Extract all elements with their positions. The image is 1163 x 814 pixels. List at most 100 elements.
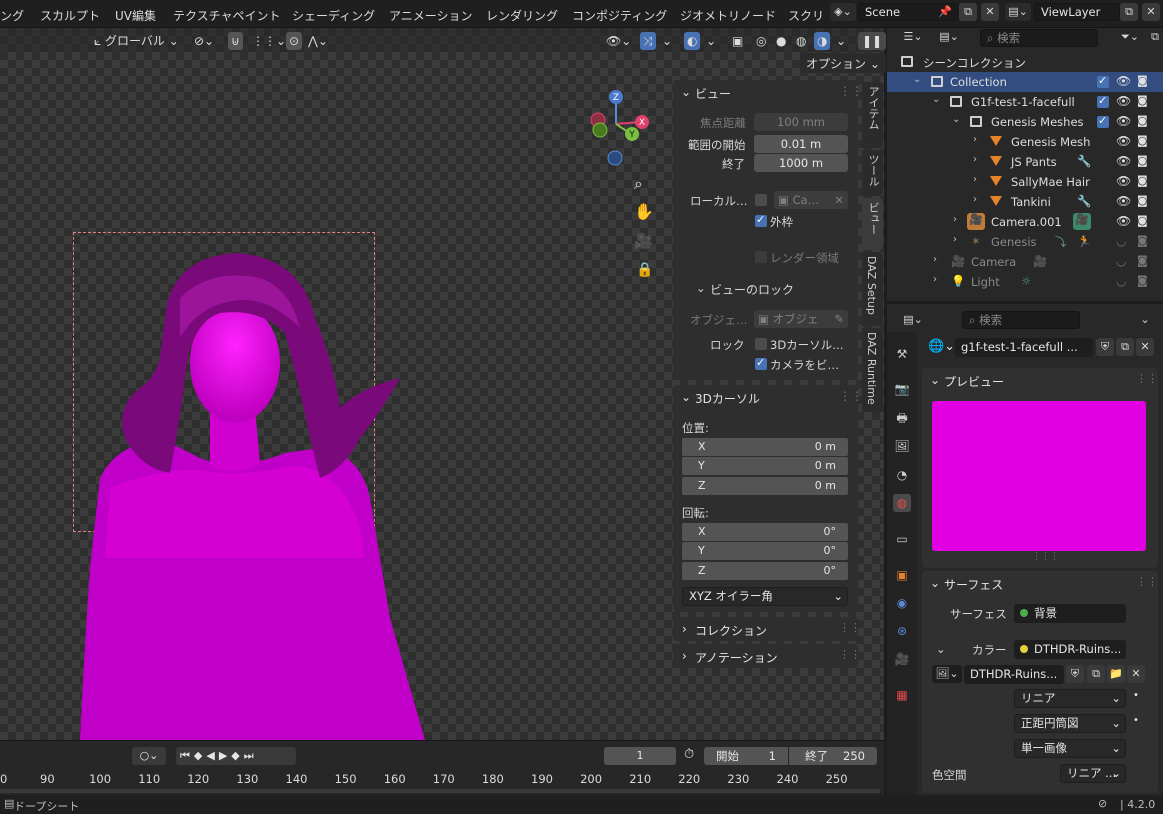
cursor-location-z[interactable]: Z 0 m [682,477,848,495]
exclude-checkbox[interactable] [1097,74,1109,88]
image-browse-icon[interactable]: 🖼⌄ [932,665,962,683]
collapse-icon[interactable]: ⌄ [930,373,940,387]
workspace-tab-animation[interactable]: アニメーション [389,7,473,24]
unlink-world-icon[interactable]: ✕ [1136,338,1154,356]
local-camera-checkbox[interactable] [755,194,767,206]
wrench-icon[interactable]: 🔧 [1077,154,1091,168]
cursor-rotation-y[interactable]: Y 0° [682,542,848,560]
collection-tab-icon[interactable]: ▭ [893,530,911,548]
zoom-icon[interactable]: ⌕ [634,174,643,194]
proportional-edit-icon[interactable]: ⊙ [286,32,303,50]
outliner-row[interactable]: ⌄ Genesis Meshes 👁 ◙ [887,112,1163,132]
snap-icon[interactable]: ⊍ [228,32,243,50]
workspace-tab-compositing[interactable]: コンポジティング [572,7,667,24]
pivot-point-icon[interactable]: ⊘⌄ [194,32,214,50]
new-world-icon[interactable]: ⧉ [1116,338,1134,356]
pan-hand-icon[interactable]: ✋ [634,202,654,221]
cursor-panel-header[interactable]: ⌄ 3Dカーソル ⋮⋮ [673,387,863,409]
visibility-icon[interactable]: 👁⌄ [606,32,631,50]
expand-icon[interactable]: › [953,214,957,225]
workspace-tab-scripting[interactable]: スクリ [788,7,824,24]
fake-user-shield-icon[interactable]: ⛨ [1096,338,1114,356]
render-camera-icon[interactable]: ◙ [1137,254,1148,267]
projection-dropdown[interactable]: 正距円筒図 ⌄ [1014,714,1126,733]
sidebar-tab-item[interactable]: アイテム [862,82,883,148]
current-frame-field[interactable]: 1 [604,747,676,765]
outliner-row[interactable]: › 💡 Light ☼ ◡ ◙ [887,272,1163,292]
lock-icon[interactable]: 🔒 [636,262,653,278]
annotation-panel[interactable]: › アノテーション ⋮⋮ [673,644,861,668]
render-camera-icon[interactable]: ◙ [1137,94,1148,107]
expand-icon[interactable]: › [933,274,937,285]
camera-data-icon[interactable]: 🎥 [1073,213,1091,230]
cursor-rotation-z[interactable]: Z 0° [682,562,848,580]
render-camera-icon[interactable]: ◙ [1137,194,1148,207]
new-image-icon[interactable]: ⧉ [1087,665,1105,683]
cursor-location-x[interactable]: X 0 m [682,438,848,456]
constraint-icon[interactable]: ⤵ [1055,234,1067,250]
properties-editor-type-icon[interactable]: ▤⌄ [898,311,928,329]
view-lock-toggle[interactable]: ⌄ [696,281,706,295]
camera-data-icon[interactable]: 🎥 [1033,254,1047,268]
outliner-row[interactable]: › 🎥 Camera 🎥 ◡ ◙ [887,252,1163,272]
render-camera-icon[interactable]: ◙ [1137,274,1148,287]
color-input-field[interactable]: DTHDR-Ruins... [1014,640,1126,659]
scene-tab-icon[interactable]: ◔ [893,466,911,484]
eye-icon[interactable]: 👁 [1116,194,1131,208]
keyframe-dot-icon[interactable]: • [1133,690,1139,701]
outliner-row[interactable]: › Tankini 🔧 👁 ◙ [887,192,1163,212]
outliner-row[interactable]: › Genesis Mesh 👁 ◙ [887,132,1163,152]
eye-icon[interactable]: 👁 [1116,174,1131,188]
navigation-gizmo[interactable]: Z X Y [578,88,654,168]
playback-controls[interactable]: ⏮◆◀▶◆⏭ [176,747,296,765]
scene-browse-icon[interactable]: ◈⌄ [830,3,856,21]
interpolation-dropdown[interactable]: リニア ⌄ [1014,689,1126,708]
dopesheet-icon[interactable]: ▤ [4,797,14,810]
rotation-mode-dropdown[interactable]: XYZ オイラー角 ⌄ [682,587,848,606]
delete-scene-icon[interactable]: ✕ [981,3,999,21]
render-camera-icon[interactable]: ◙ [1137,214,1148,227]
cursor-location-y[interactable]: Y 0 m [682,457,848,475]
outliner-scene-collection[interactable]: シーンコレクション [887,52,1163,72]
unlink-image-icon[interactable]: ✕ [1127,665,1145,683]
keyframe-type-icon[interactable]: ○⌄ [132,747,166,765]
workspace-tab-texture-paint[interactable]: テクスチャペイント [173,7,281,24]
gizmo-dropdown-icon[interactable]: ⌄ [662,32,672,50]
sidebar-tab-daz-runtime[interactable]: DAZ Runtime [862,328,883,412]
outliner-editor-type-icon[interactable]: ☰⌄ [898,28,928,46]
local-camera-field[interactable]: ▣ Ca… ✕ [774,191,848,209]
cursor-rotation-x[interactable]: X 0° [682,523,848,541]
expand-icon[interactable]: › [973,154,977,165]
expand-icon[interactable]: › [953,234,957,245]
render-camera-icon[interactable]: ◙ [1137,74,1148,87]
render-camera-icon[interactable]: ◙ [1137,234,1148,247]
outliner-row[interactable]: › 🎥 Camera.001 🎥 👁 ◙ [887,212,1163,232]
eye-hidden-icon[interactable]: ◡ [1116,254,1126,268]
lock-cursor-checkbox[interactable] [755,338,767,350]
open-image-icon[interactable]: 📁 [1107,665,1125,683]
colorspace-dropdown[interactable]: リニア ... ⌄ [1060,764,1126,783]
outliner-row[interactable]: ⌄ Collection 👁 ◙ [887,72,1163,92]
lock-camera-checkbox[interactable] [755,356,767,370]
pin-icon[interactable]: 📌 [936,3,954,21]
end-frame-field[interactable]: 終了 250 [789,747,877,765]
stopwatch-icon[interactable]: ⏱ [684,747,694,762]
surface-shader-field[interactable]: 背景 [1014,604,1126,623]
physics-tab-icon[interactable]: ◉ [893,594,911,612]
outliner-display-mode-icon[interactable]: ▤⌄ [934,28,964,46]
image-name-field[interactable]: DTHDR-Ruins... [964,665,1064,684]
collection-panel[interactable]: › コレクション ⋮⋮ [673,617,861,641]
clip-end-field[interactable]: 1000 m [754,154,848,172]
outliner-row[interactable]: ⌄ G1f-test-1-facefull 👁 ◙ [887,92,1163,112]
lock-object-field[interactable]: ▣ オブジェ ✎ [754,310,848,328]
render-camera-icon[interactable]: ◙ [1137,174,1148,187]
frame-checkbox[interactable] [755,213,767,227]
properties-search-input[interactable]: ⌕ 検索 [962,311,1080,329]
view-panel-header[interactable]: ⌄ ビュー ⋮⋮ [673,82,863,104]
workspace-tab-layout[interactable]: ング [0,7,24,24]
transform-orientation-dropdown[interactable]: ⟀ グローバル ⌄ [94,32,179,50]
falloff-icon[interactable]: ⋀⌄ [308,32,328,50]
snap-target-icon[interactable]: ⋮⋮⌄ [252,32,286,50]
gizmo-toggle-icon[interactable]: ⤨ [640,32,656,50]
xray-icon[interactable]: ▣ [732,32,743,50]
